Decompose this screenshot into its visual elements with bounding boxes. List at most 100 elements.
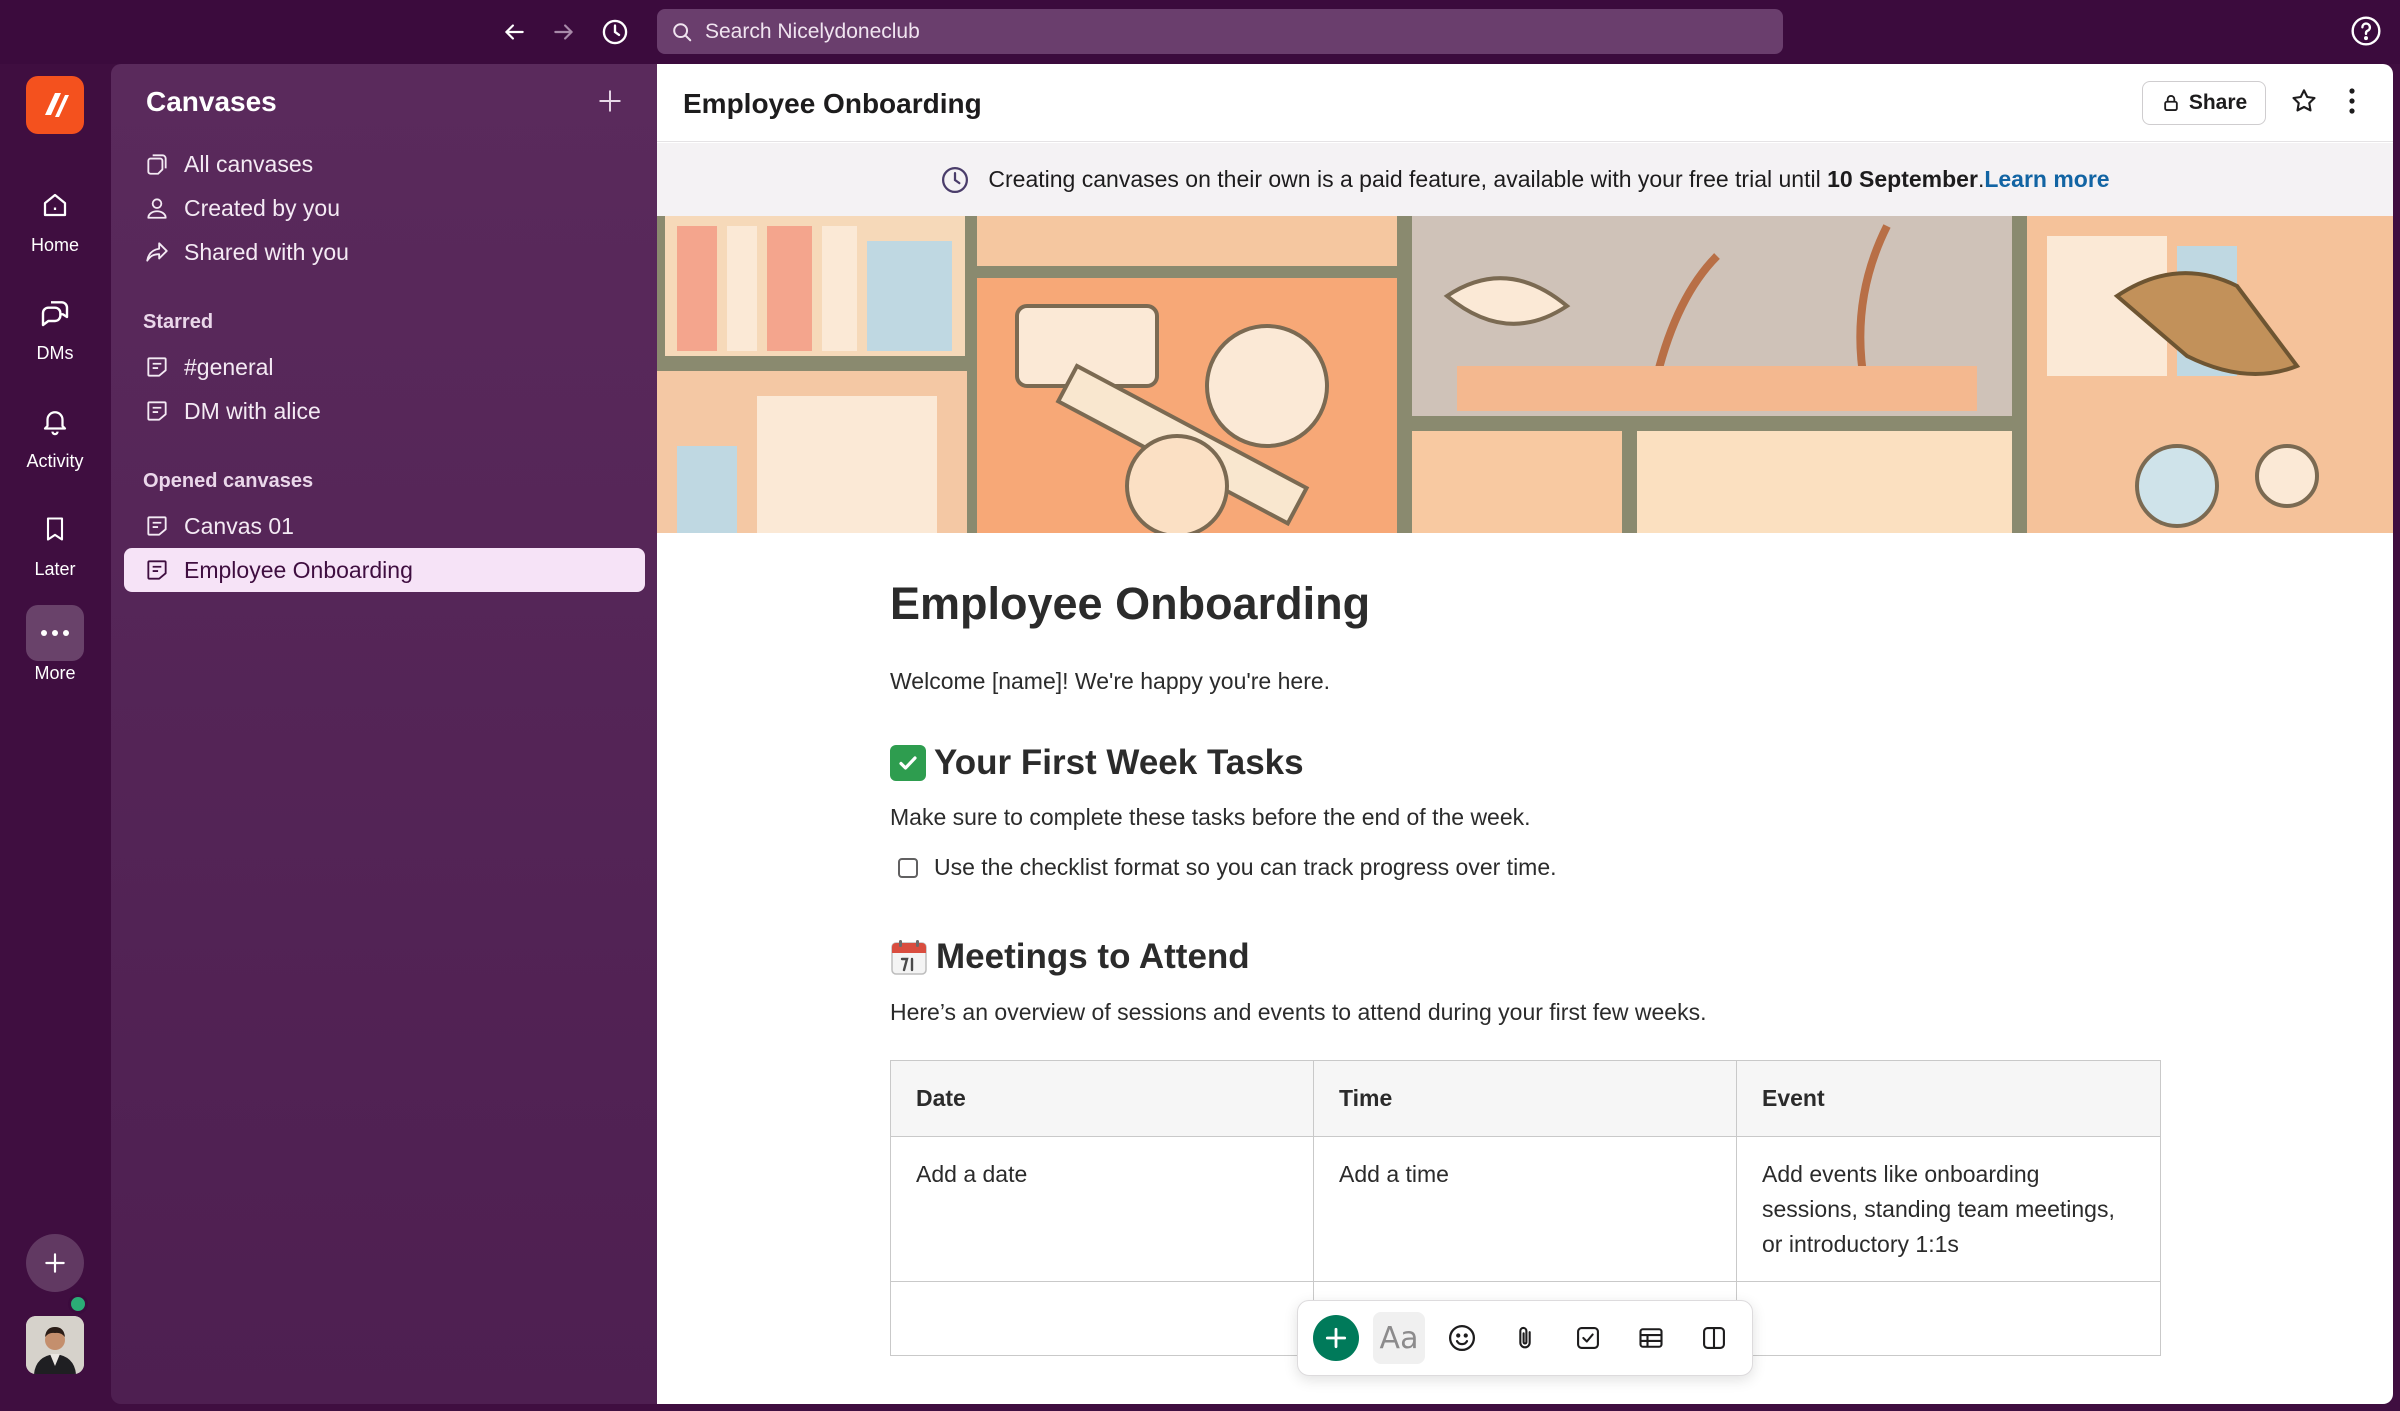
table-header-cell[interactable]: Time — [1314, 1061, 1737, 1137]
workspace-rail: Home DMs Activity Later More — [0, 64, 110, 1411]
section-heading-text: Your First Week Tasks — [934, 743, 1304, 782]
sidebar-title: Canvases — [146, 86, 277, 117]
sidebar-item-general[interactable]: #general — [124, 345, 645, 389]
canvas-icon — [147, 560, 167, 580]
learn-more-link[interactable]: Learn more — [1984, 166, 2109, 193]
avatar-image — [26, 1316, 84, 1374]
columns-icon — [1703, 1327, 1725, 1349]
search-bar[interactable]: Search Nicelydoneclub — [657, 9, 1783, 54]
lock-icon — [2164, 95, 2178, 111]
rail-item-activity[interactable]: Activity — [0, 393, 110, 472]
bookmark-icon — [46, 517, 64, 541]
sidebar-item-created-by-you[interactable]: Created by you — [124, 186, 645, 230]
table-cell[interactable] — [891, 1282, 1314, 1355]
table-cell[interactable] — [1737, 1282, 2160, 1355]
canvas-banner-illustration — [657, 216, 2393, 533]
dms-icon — [41, 301, 69, 327]
rail-icon-later — [26, 501, 84, 557]
sidebar-item-shared-with-you[interactable]: Shared with you — [124, 230, 645, 274]
table-button[interactable] — [1625, 1312, 1677, 1364]
sidebar-item-label: Canvas 01 — [184, 512, 294, 539]
section-heading-first-week[interactable]: Your First Week Tasks — [890, 743, 1304, 783]
presence-indicator — [68, 1294, 88, 1314]
sidebar-item-all-canvases[interactable]: All canvases — [124, 142, 645, 186]
section-description[interactable]: Make sure to complete these tasks before… — [890, 804, 1531, 831]
star-button[interactable] — [2289, 86, 2319, 116]
banner-date: 10 September — [1827, 166, 1978, 192]
clock-icon — [602, 19, 628, 45]
share-button[interactable]: Share — [2142, 81, 2266, 125]
workspace-logo[interactable] — [26, 76, 84, 134]
sidebar-item-dm-alice[interactable]: DM with alice — [124, 389, 645, 433]
insert-button[interactable] — [1313, 1315, 1359, 1361]
sidebar-item-label: All canvases — [184, 150, 314, 177]
canvases-icon — [147, 154, 167, 175]
forward-button[interactable] — [546, 14, 582, 50]
table-cell[interactable]: Add events like onboarding sessions, sta… — [1737, 1137, 2160, 1282]
attach-button[interactable] — [1499, 1312, 1551, 1364]
rail-label-activity: Activity — [26, 451, 84, 471]
table-header-cell[interactable]: Date — [891, 1061, 1314, 1137]
sidebar-item-label: Employee Onboarding — [184, 556, 413, 583]
sidebar-item-label: #general — [184, 353, 274, 380]
workspace-logo-icon — [45, 93, 69, 117]
table-cell[interactable]: Add a time — [1314, 1137, 1737, 1282]
help-icon — [2351, 16, 2381, 46]
star-icon — [2292, 89, 2316, 112]
sidebar-item-label: Created by you — [184, 194, 340, 221]
rail-icon-home — [26, 177, 84, 233]
rail-label-later: Later — [34, 559, 76, 579]
plus-icon — [599, 90, 621, 112]
emoji-icon — [1449, 1325, 1475, 1351]
share-arrow-icon — [146, 242, 168, 262]
user-avatar[interactable] — [26, 1316, 84, 1374]
history-button[interactable] — [597, 14, 633, 50]
sidebar-item-label: Shared with you — [184, 238, 349, 265]
table-cell[interactable]: Add a date — [891, 1137, 1314, 1282]
rail-item-dms[interactable]: DMs — [0, 285, 110, 364]
sidebar-item-canvas-01[interactable]: Canvas 01 — [124, 504, 645, 548]
top-bar: Search Nicelydoneclub — [0, 0, 2400, 64]
section-description[interactable]: Here’s an overview of sessions and event… — [890, 999, 1707, 1026]
checklist-checkbox[interactable] — [898, 857, 918, 878]
more-icon — [41, 630, 69, 636]
rail-item-later[interactable]: Later — [0, 501, 110, 580]
checkbox-icon — [1577, 1327, 1599, 1349]
more-options-button[interactable] — [2347, 86, 2357, 116]
help-button[interactable] — [2350, 15, 2382, 47]
table-header-cell[interactable]: Event — [1737, 1061, 2160, 1137]
text-format-button[interactable]: Aa — [1373, 1312, 1425, 1364]
section-heading-text: Meetings to Attend — [936, 937, 1250, 976]
search-icon — [673, 22, 692, 41]
rail-icon-dms — [26, 285, 84, 341]
checklist-item-label: Use the checklist format so you can trac… — [934, 854, 1557, 880]
arrow-left-icon — [505, 24, 524, 40]
sidebar-item-employee-onboarding[interactable]: Employee Onboarding — [124, 548, 645, 592]
new-canvas-button[interactable] — [597, 88, 623, 114]
calendar-emoji-icon — [890, 938, 928, 976]
starred-section-title: Starred — [143, 311, 214, 333]
rail-item-home[interactable]: Home — [0, 177, 110, 256]
person-icon — [147, 198, 167, 219]
section-heading-meetings[interactable]: Meetings to Attend — [890, 937, 1250, 977]
canvas-icon — [147, 357, 167, 377]
welcome-paragraph[interactable]: Welcome [name]! We're happy you're here. — [890, 668, 1330, 695]
sidebar-item-label: DM with alice — [184, 397, 321, 424]
search-placeholder: Search Nicelydoneclub — [705, 19, 920, 43]
checklist-item[interactable]: Use the checklist format so you can trac… — [898, 854, 1557, 881]
checklist-button[interactable] — [1562, 1312, 1614, 1364]
rail-icon-activity — [26, 393, 84, 449]
table-icon — [1639, 1328, 1663, 1348]
table-row: Add a date Add a time Add events like on… — [891, 1137, 2160, 1282]
rail-item-more[interactable]: More — [0, 605, 110, 684]
document-title[interactable]: Employee Onboarding — [890, 578, 1370, 630]
add-workspace-button[interactable] — [26, 1234, 84, 1292]
back-button[interactable] — [496, 14, 532, 50]
emoji-button[interactable] — [1436, 1312, 1488, 1364]
paperclip-icon — [1519, 1326, 1531, 1349]
layout-button[interactable] — [1688, 1312, 1740, 1364]
clock-icon — [942, 166, 969, 193]
trial-banner: Creating canvases on their own is a paid… — [657, 143, 2393, 216]
rail-label-home: Home — [30, 235, 79, 255]
home-icon — [43, 193, 67, 217]
